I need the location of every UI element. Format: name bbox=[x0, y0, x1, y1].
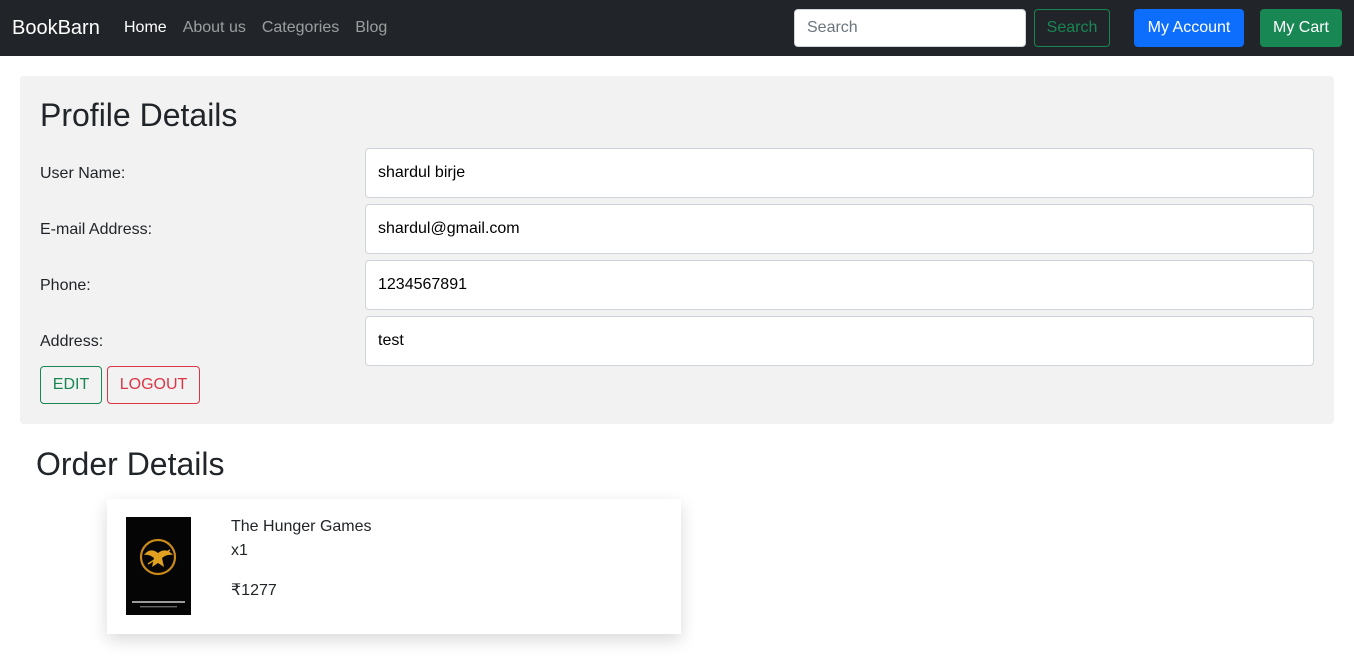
search-input[interactable] bbox=[794, 9, 1026, 47]
phone-label: Phone: bbox=[40, 277, 91, 294]
nav-link-categories[interactable]: Categories bbox=[262, 17, 339, 39]
nav-links: Home About us Categories Blog bbox=[124, 17, 403, 39]
edit-button[interactable]: EDIT bbox=[40, 366, 102, 404]
nav-link-blog[interactable]: Blog bbox=[355, 17, 387, 39]
my-account-button[interactable]: My Account bbox=[1134, 9, 1244, 47]
nav-link-home[interactable]: Home bbox=[124, 17, 167, 39]
order-item-name[interactable]: The Hunger Games bbox=[231, 517, 372, 537]
address-field[interactable] bbox=[365, 316, 1314, 366]
address-row: Address: bbox=[40, 316, 1314, 366]
email-row: E-mail Address: bbox=[40, 204, 1314, 254]
username-field[interactable] bbox=[365, 148, 1314, 198]
username-label: User Name: bbox=[40, 165, 126, 182]
phone-row: Phone: bbox=[40, 260, 1314, 310]
nav-link-about[interactable]: About us bbox=[183, 17, 246, 39]
order-item-quantity: x1 bbox=[231, 542, 248, 559]
search-button[interactable]: Search bbox=[1034, 9, 1110, 47]
brand-logo[interactable]: BookBarn bbox=[12, 15, 100, 41]
email-label: E-mail Address: bbox=[40, 221, 153, 238]
username-row: User Name: bbox=[40, 148, 1314, 198]
my-cart-button[interactable]: My Cart bbox=[1260, 9, 1342, 47]
mockingjay-book-cover-icon bbox=[126, 517, 191, 615]
order-item-price: ₹1277 bbox=[231, 582, 277, 599]
email-field[interactable] bbox=[365, 204, 1314, 254]
order-card: The Hunger Games x1 ₹1277 bbox=[107, 499, 681, 634]
navbar: BookBarn Home About us Categories Blog S… bbox=[0, 0, 1354, 56]
logout-button[interactable]: LOGOUT bbox=[107, 366, 200, 404]
address-label: Address: bbox=[40, 333, 104, 350]
orders-title: Order Details bbox=[36, 446, 225, 482]
profile-title: Profile Details bbox=[40, 97, 238, 133]
phone-field[interactable] bbox=[365, 260, 1314, 310]
profile-card: Profile Details User Name: E-mail Addres… bbox=[20, 76, 1334, 424]
